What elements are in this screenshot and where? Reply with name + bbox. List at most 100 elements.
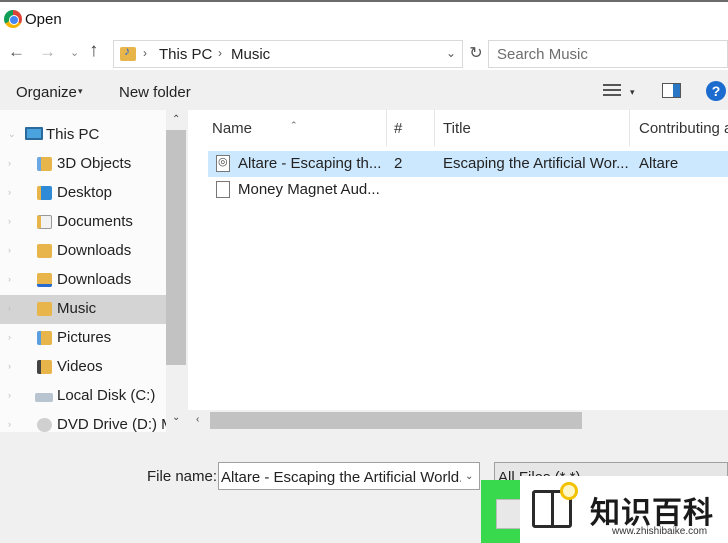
expand-chevron-icon[interactable]: ›: [8, 274, 11, 284]
videos-folder-icon: [37, 360, 52, 374]
disk-icon: [35, 393, 53, 402]
sidebar-item-videos[interactable]: › Videos: [0, 353, 166, 382]
expand-chevron-icon[interactable]: ›: [8, 419, 11, 429]
sidebar-item-music[interactable]: › Music: [0, 295, 166, 324]
refresh-icon[interactable]: ↻: [465, 43, 487, 67]
folder-icon: [37, 157, 52, 171]
breadcrumb-music[interactable]: Music: [231, 46, 270, 63]
expand-chevron-icon[interactable]: ⌄: [8, 129, 16, 140]
navigation-pane: ⌄ This PC › 3D Objects › Desktop › Docum…: [0, 110, 186, 432]
breadcrumb-this-pc[interactable]: This PC: [159, 46, 212, 63]
horizontal-scrollbar[interactable]: ‹: [188, 410, 728, 432]
expand-chevron-icon[interactable]: ›: [8, 390, 11, 400]
forward-arrow-icon[interactable]: →: [39, 42, 56, 62]
column-header-label: #: [394, 120, 403, 137]
file-name: Money Magnet Aud...: [238, 181, 380, 198]
view-options-caret-icon[interactable]: ▾: [630, 87, 635, 98]
help-icon[interactable]: ?: [706, 81, 726, 101]
organize-button[interactable]: Organize: [16, 84, 77, 101]
sidebar-item-desktop[interactable]: › Desktop: [0, 179, 166, 208]
sort-ascending-icon: ⌃: [290, 120, 298, 130]
view-details-icon[interactable]: [603, 84, 621, 98]
scroll-down-icon[interactable]: ⌄: [172, 412, 180, 423]
breadcrumb-separator-icon[interactable]: ›: [218, 46, 222, 60]
new-folder-button[interactable]: New folder: [119, 84, 191, 101]
scrollbar-thumb[interactable]: [166, 130, 186, 365]
column-header-number[interactable]: #: [387, 110, 435, 146]
sidebar-item-label: This PC: [46, 126, 100, 143]
watermark-url: www.zhishibaike.com: [612, 526, 708, 537]
column-header-label: Title: [443, 120, 471, 137]
sidebar-item-pictures[interactable]: › Pictures: [0, 324, 166, 353]
file-name-value: Altare - Escaping the Artificial World.m…: [221, 469, 461, 486]
sidebar-item-label: Desktop: [57, 184, 113, 201]
breadcrumb-separator-icon[interactable]: ›: [143, 46, 147, 60]
sidebar-item-this-pc[interactable]: ⌄ This PC: [0, 121, 166, 150]
sidebar-item-label: Documents: [57, 213, 133, 230]
expand-chevron-icon[interactable]: ›: [8, 361, 11, 371]
dvd-drive-icon: [37, 418, 52, 432]
expand-chevron-icon[interactable]: ›: [8, 245, 11, 255]
navigation-bar: ← → ⌄ ↑ › This PC › Music ⌄ ↻ Search Mus…: [0, 38, 728, 70]
expand-chevron-icon[interactable]: ›: [8, 187, 11, 197]
file-name-label: File name:: [147, 468, 218, 485]
expand-chevron-icon[interactable]: ›: [8, 303, 11, 313]
chrome-icon: [4, 10, 22, 28]
sidebar-item-label: DVD Drive (D:) M: [57, 416, 174, 432]
track-number: 2: [394, 155, 403, 172]
sidebar-item-label: Downloads: [57, 242, 132, 259]
computer-icon: [25, 127, 43, 140]
sidebar-item-local-disk[interactable]: › Local Disk (C:): [0, 382, 166, 411]
file-row[interactable]: Altare - Escaping th... 2 Escaping the A…: [208, 151, 728, 177]
sidebar-scrollbar[interactable]: ⌃ ⌄: [166, 110, 186, 432]
downloads-folder-icon: [37, 244, 52, 258]
sidebar-item-label: Local Disk (C:): [57, 387, 156, 404]
back-arrow-icon[interactable]: ←: [8, 42, 25, 62]
sidebar-item-documents[interactable]: › Documents: [0, 208, 166, 237]
music-folder-icon: [120, 44, 136, 61]
documents-folder-icon: [37, 215, 52, 229]
address-bar[interactable]: › This PC › Music ⌄: [113, 40, 463, 68]
column-header-name[interactable]: ⌃ Name: [188, 110, 386, 146]
file-row[interactable]: Money Magnet Aud...: [208, 177, 728, 203]
file-name-input[interactable]: Altare - Escaping the Artificial World.m…: [218, 462, 480, 490]
music-file-icon: [216, 155, 230, 172]
scroll-left-icon[interactable]: ‹: [196, 414, 199, 425]
sidebar-item-label: 3D Objects: [57, 155, 132, 172]
sidebar-item-label: Videos: [57, 358, 103, 375]
watermark: 知识百科 www.zhishibaike.com: [520, 476, 728, 543]
contributing-artist: Altare: [639, 155, 679, 172]
downloads-folder-icon: [37, 273, 52, 287]
sidebar-item-dvd-drive[interactable]: › DVD Drive (D:) M: [0, 411, 174, 432]
scrollbar-thumb[interactable]: [210, 412, 582, 429]
sidebar-item-downloads-2[interactable]: › Downloads: [0, 266, 166, 295]
column-header-title[interactable]: Title: [435, 110, 629, 146]
sidebar-item-downloads[interactable]: › Downloads: [0, 237, 166, 266]
file-list: ⌃ Name # Title Contributing a Altare - E…: [188, 110, 728, 432]
address-dropdown-icon[interactable]: ⌄: [446, 46, 456, 60]
pictures-folder-icon: [37, 331, 52, 345]
sidebar-item-label: Downloads: [57, 271, 132, 288]
file-icon: [216, 181, 230, 198]
column-header-label: Contributing a: [639, 120, 728, 137]
search-placeholder: Search Music: [497, 46, 588, 63]
file-name: Altare - Escaping th...: [238, 155, 382, 172]
lightbulb-icon: [560, 482, 578, 500]
title-bar: Open: [0, 0, 728, 38]
sidebar-item-label: Pictures: [57, 329, 112, 346]
recent-locations-chevron-icon[interactable]: ⌄: [70, 46, 79, 59]
organize-caret-icon[interactable]: ▾: [78, 86, 83, 97]
preview-pane-icon[interactable]: [662, 83, 681, 98]
scroll-up-icon[interactable]: ⌃: [172, 114, 180, 125]
expand-chevron-icon[interactable]: ›: [8, 332, 11, 342]
window-title: Open: [25, 11, 62, 28]
up-arrow-icon[interactable]: ↑: [89, 40, 99, 62]
sidebar-item-3d-objects[interactable]: › 3D Objects: [0, 150, 166, 179]
desktop-folder-icon: [37, 186, 52, 200]
search-input[interactable]: Search Music: [488, 40, 728, 68]
column-header-contributing-artists[interactable]: Contributing a: [630, 110, 728, 146]
expand-chevron-icon[interactable]: ›: [8, 158, 11, 168]
expand-chevron-icon[interactable]: ›: [8, 216, 11, 226]
command-bar: Organize ▾ New folder ▾ ?: [0, 76, 728, 108]
music-folder-icon: [37, 302, 52, 316]
